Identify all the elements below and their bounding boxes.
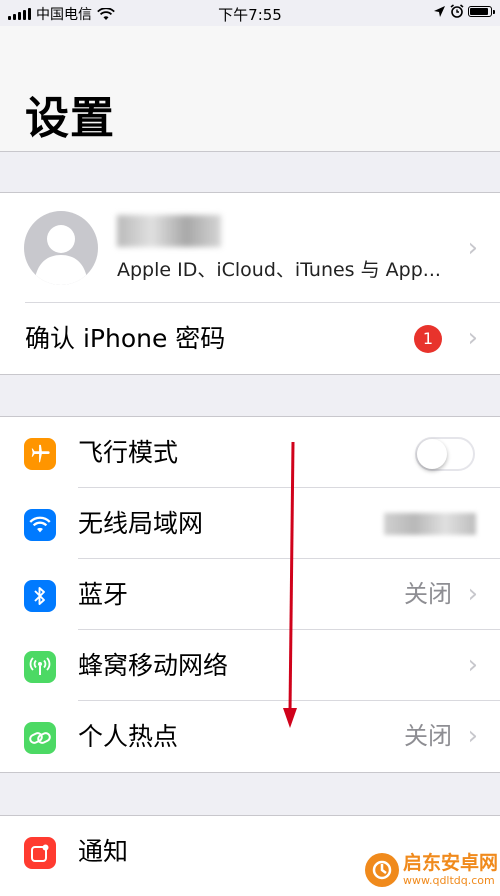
watermark-url: www.qdltdq.com (402, 874, 495, 887)
site-watermark: 启东安卓网 www.qdltdq.com (364, 852, 498, 887)
annotation-arrow-icon (283, 441, 297, 728)
watermark-logo-icon (364, 853, 399, 887)
watermark-title: 启东安卓网 (402, 852, 498, 874)
